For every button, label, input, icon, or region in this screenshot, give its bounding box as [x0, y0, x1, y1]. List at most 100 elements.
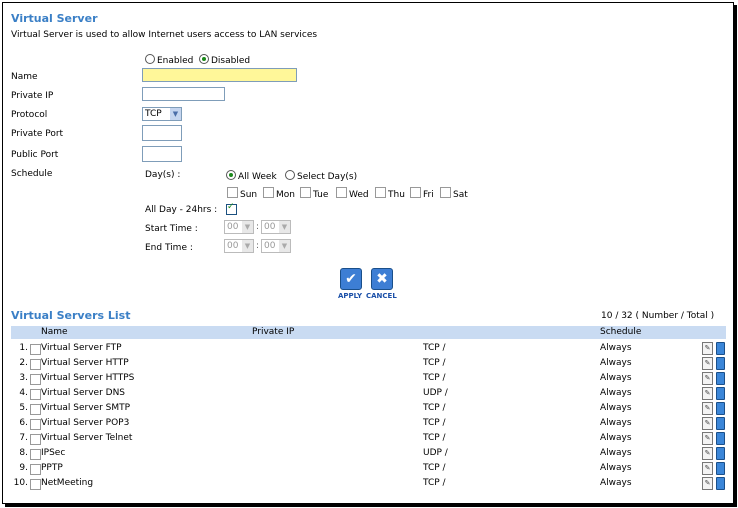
private-port-field[interactable] — [142, 125, 182, 141]
trash-icon[interactable] — [716, 432, 725, 445]
row-checkbox[interactable] — [30, 434, 41, 445]
trash-icon[interactable] — [716, 372, 725, 385]
public-port-field[interactable] — [142, 146, 182, 162]
edit-icon[interactable]: ✎ — [702, 357, 713, 370]
day-fri-label: Fri — [423, 190, 434, 200]
row-schedule: Always — [600, 478, 632, 488]
day-wed-checkbox[interactable]: Wed — [336, 187, 369, 200]
row-protocol: TCP / — [423, 358, 446, 368]
row-schedule: Always — [600, 433, 632, 443]
apply-button[interactable]: ✔ — [340, 268, 362, 290]
apply-label[interactable]: APPLY — [338, 292, 362, 300]
start-minute-select[interactable]: 00 ▼ — [261, 220, 291, 234]
edit-icon[interactable]: ✎ — [702, 342, 713, 355]
row-schedule: Always — [600, 373, 632, 383]
trash-icon[interactable] — [716, 447, 725, 460]
end-minute-value: 00 — [264, 241, 276, 251]
private-ip-field[interactable] — [142, 87, 225, 101]
all-day-checkbox[interactable] — [226, 202, 239, 217]
row-name: Virtual Server HTTP — [41, 358, 129, 368]
row-checkbox[interactable] — [30, 389, 41, 400]
day-tue-checkbox[interactable]: Tue — [300, 187, 328, 200]
row-name: Virtual Server SMTP — [41, 403, 131, 413]
start-time-label: Start Time : — [145, 224, 198, 234]
day-mon-label: Mon — [276, 190, 295, 200]
section-title: Virtual Server — [11, 12, 98, 25]
all-week-radio[interactable]: All Week — [226, 170, 277, 182]
select-days-radio[interactable]: Select Day(s) — [285, 170, 357, 182]
name-label: Name — [11, 72, 38, 82]
day-sun-label: Sun — [240, 190, 258, 200]
protocol-select[interactable]: TCP ▼ — [142, 107, 182, 121]
row-schedule: Always — [600, 358, 632, 368]
row-number: 6. — [19, 418, 28, 428]
row-schedule: Always — [600, 388, 632, 398]
edit-icon[interactable]: ✎ — [702, 477, 713, 490]
trash-icon[interactable] — [716, 342, 725, 355]
table-row: 7. Virtual Server Telnet TCP / Always ✎ — [11, 431, 726, 446]
table-row: 10. NetMeeting TCP / Always ✎ — [11, 476, 726, 491]
edit-icon[interactable]: ✎ — [702, 462, 713, 475]
edit-icon[interactable]: ✎ — [702, 417, 713, 430]
checkbox-icon — [263, 187, 274, 198]
trash-icon[interactable] — [716, 387, 725, 400]
end-hour-value: 00 — [227, 241, 239, 251]
row-protocol: TCP / — [423, 463, 446, 473]
edit-icon[interactable]: ✎ — [702, 432, 713, 445]
row-checkbox[interactable] — [30, 359, 41, 370]
enabled-radio[interactable]: Enabled — [145, 54, 193, 66]
table-row: 1. Virtual Server FTP TCP / Always ✎ — [11, 341, 726, 356]
row-checkbox[interactable] — [30, 419, 41, 430]
day-fri-checkbox[interactable]: Fri — [410, 187, 434, 200]
table-row: 8. IPSec UDP / Always ✎ — [11, 446, 726, 461]
end-time-label: End Time : — [145, 243, 193, 253]
day-sat-label: Sat — [453, 190, 468, 200]
row-checkbox[interactable] — [30, 344, 41, 355]
edit-icon[interactable]: ✎ — [702, 447, 713, 460]
table-row: 9. PPTP TCP / Always ✎ — [11, 461, 726, 476]
row-checkbox[interactable] — [30, 404, 41, 415]
day-thu-checkbox[interactable]: Thu — [375, 187, 405, 200]
row-schedule: Always — [600, 403, 632, 413]
edit-icon[interactable]: ✎ — [702, 372, 713, 385]
row-checkbox[interactable] — [30, 449, 41, 460]
trash-icon[interactable] — [716, 417, 725, 430]
row-checkbox[interactable] — [30, 479, 41, 490]
private-port-label: Private Port — [11, 129, 64, 139]
edit-icon[interactable]: ✎ — [702, 402, 713, 415]
row-number: 4. — [19, 388, 28, 398]
row-protocol: TCP / — [423, 478, 446, 488]
row-name: NetMeeting — [41, 478, 94, 488]
row-number: 1. — [19, 343, 28, 353]
day-tue-label: Tue — [313, 190, 329, 200]
row-checkbox[interactable] — [30, 464, 41, 475]
row-protocol: TCP / — [423, 403, 446, 413]
day-sun-checkbox[interactable]: Sun — [227, 187, 257, 200]
name-field[interactable] — [142, 68, 297, 82]
row-number: 3. — [19, 373, 28, 383]
row-name: IPSec — [41, 448, 66, 458]
table-row: 4. Virtual Server DNS UDP / Always ✎ — [11, 386, 726, 401]
day-mon-checkbox[interactable]: Mon — [263, 187, 295, 200]
trash-icon[interactable] — [716, 477, 725, 490]
checkbox-icon — [375, 187, 386, 198]
day-sat-checkbox[interactable]: Sat — [440, 187, 468, 200]
days-label: Day(s) : — [145, 170, 181, 180]
start-hour-select[interactable]: 00 ▼ — [224, 220, 254, 234]
day-thu-label: Thu — [388, 190, 405, 200]
end-hour-select[interactable]: 00 ▼ — [224, 239, 254, 253]
end-minute-select[interactable]: 00 ▼ — [261, 239, 291, 253]
select-days-label: Select Day(s) — [297, 172, 358, 182]
trash-icon[interactable] — [716, 357, 725, 370]
checkbox-icon — [300, 187, 311, 198]
trash-icon[interactable] — [716, 402, 725, 415]
edit-icon[interactable]: ✎ — [702, 387, 713, 400]
row-protocol: TCP / — [423, 343, 446, 353]
cancel-label[interactable]: CANCEL — [366, 292, 397, 300]
checkbox-icon — [336, 187, 347, 198]
row-checkbox[interactable] — [30, 374, 41, 385]
table-row: 2. Virtual Server HTTP TCP / Always ✎ — [11, 356, 726, 371]
trash-icon[interactable] — [716, 462, 725, 475]
disabled-radio[interactable]: Disabled — [199, 54, 250, 66]
cancel-button[interactable]: ✖ — [371, 268, 393, 290]
